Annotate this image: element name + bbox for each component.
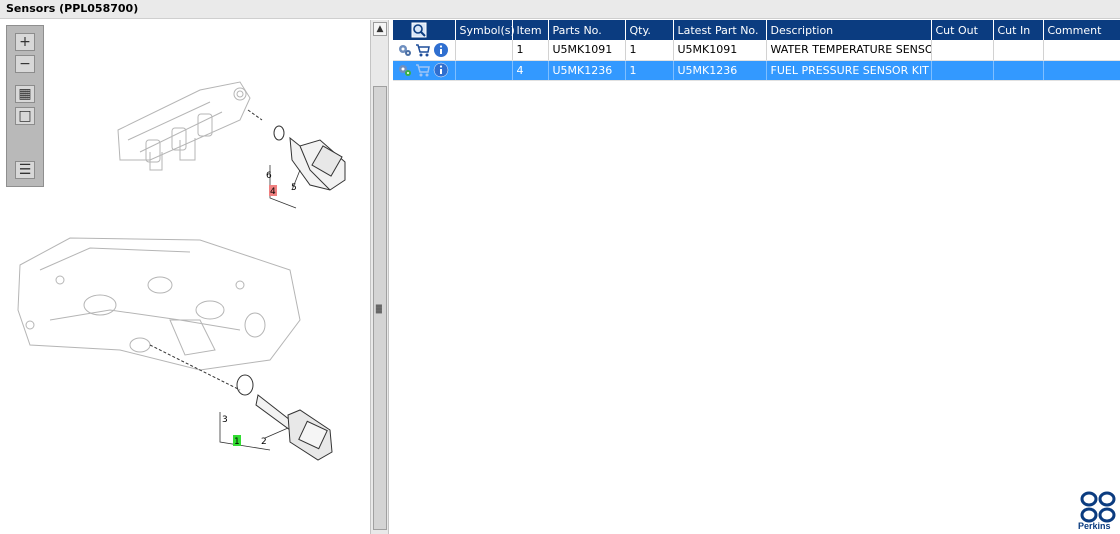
info-icon[interactable]: [433, 62, 449, 78]
cell-latest-part-no: U5MK1236: [673, 60, 767, 81]
find-part-icon[interactable]: [411, 22, 427, 38]
cell-cut-in: [993, 60, 1044, 81]
actual-size-icon[interactable]: □: [15, 107, 35, 125]
cell-item: 1: [512, 40, 549, 61]
cell-description: FUEL PRESSURE SENSOR KIT: [766, 60, 932, 81]
table-header: Symbol(s) Item Parts No. Qty. Latest Par…: [393, 20, 1120, 40]
cell-cut-in: [993, 40, 1044, 61]
parts-diagram-pane[interactable]: 6 5 4 3 2 1 + − ▦ □ ☰: [0, 20, 370, 534]
zoom-out-icon[interactable]: −: [15, 55, 35, 73]
brand-name: Perkins: [1078, 521, 1111, 531]
cell-comment: [1043, 40, 1120, 61]
diagram-toolbar: + − ▦ □ ☰: [6, 25, 44, 187]
callout-3[interactable]: 3: [222, 415, 228, 425]
toggle-list-icon[interactable]: ☰: [15, 161, 35, 179]
table-row-selected[interactable]: 4 U5MK1236 1 U5MK1236 FUEL PRESSURE SENS…: [393, 60, 1120, 81]
callout-2[interactable]: 2: [261, 437, 267, 447]
column-parts-no[interactable]: Parts No.: [548, 20, 626, 40]
column-symbols[interactable]: Symbol(s): [455, 20, 515, 40]
cell-item: 4: [512, 60, 549, 81]
cell-symbols: [455, 60, 513, 81]
column-comment[interactable]: Comment: [1043, 20, 1120, 40]
scroll-up-icon[interactable]: ▲: [373, 22, 387, 36]
cell-cut-out: [931, 60, 994, 81]
cell-cut-out: [931, 40, 994, 61]
cell-qty: 1: [625, 40, 674, 61]
parts-list-pane: Symbol(s) Item Parts No. Qty. Latest Par…: [393, 20, 1120, 534]
parts-table: Symbol(s) Item Parts No. Qty. Latest Par…: [393, 20, 1120, 81]
cell-comment: [1043, 60, 1120, 81]
zoom-in-icon[interactable]: +: [15, 33, 35, 51]
callout-4[interactable]: 4: [270, 187, 276, 197]
cell-parts-no: U5MK1091: [548, 40, 626, 61]
cell-latest-part-no: U5MK1091: [673, 40, 767, 61]
column-item[interactable]: Item: [512, 20, 549, 40]
column-latest-part-no[interactable]: Latest Part No.: [673, 20, 767, 40]
cell-qty: 1: [625, 60, 674, 81]
callout-1[interactable]: 1: [234, 437, 240, 447]
fit-all-icon[interactable]: ▦: [15, 85, 35, 103]
gears-icon[interactable]: [397, 62, 413, 78]
window-title: Sensors (PPL058700): [0, 0, 1120, 19]
column-finder[interactable]: [393, 20, 456, 40]
column-cut-out[interactable]: Cut Out: [931, 20, 994, 40]
cell-parts-no: U5MK1236: [548, 60, 626, 81]
column-cut-in[interactable]: Cut In: [993, 20, 1044, 40]
column-qty[interactable]: Qty.: [625, 20, 674, 40]
column-description[interactable]: Description: [766, 20, 932, 40]
cart-icon[interactable]: [415, 42, 431, 58]
parts-diagram[interactable]: 6 5 4 3 2 1: [0, 20, 370, 534]
cell-symbols: [455, 40, 513, 61]
grip-icon: ▬ ▬ ▬: [375, 301, 383, 316]
callout-6[interactable]: 6: [266, 171, 272, 181]
cell-description: WATER TEMPERATURE SENSOR: [766, 40, 932, 61]
cart-icon[interactable]: [415, 62, 431, 78]
diagram-scrollbar[interactable]: ▲ ▬ ▬ ▬: [370, 20, 389, 534]
table-row[interactable]: 1 U5MK1091 1 U5MK1091 WATER TEMPERATURE …: [393, 40, 1120, 61]
info-icon[interactable]: [433, 42, 449, 58]
gears-icon[interactable]: [397, 42, 413, 58]
callout-5[interactable]: 5: [291, 183, 297, 193]
